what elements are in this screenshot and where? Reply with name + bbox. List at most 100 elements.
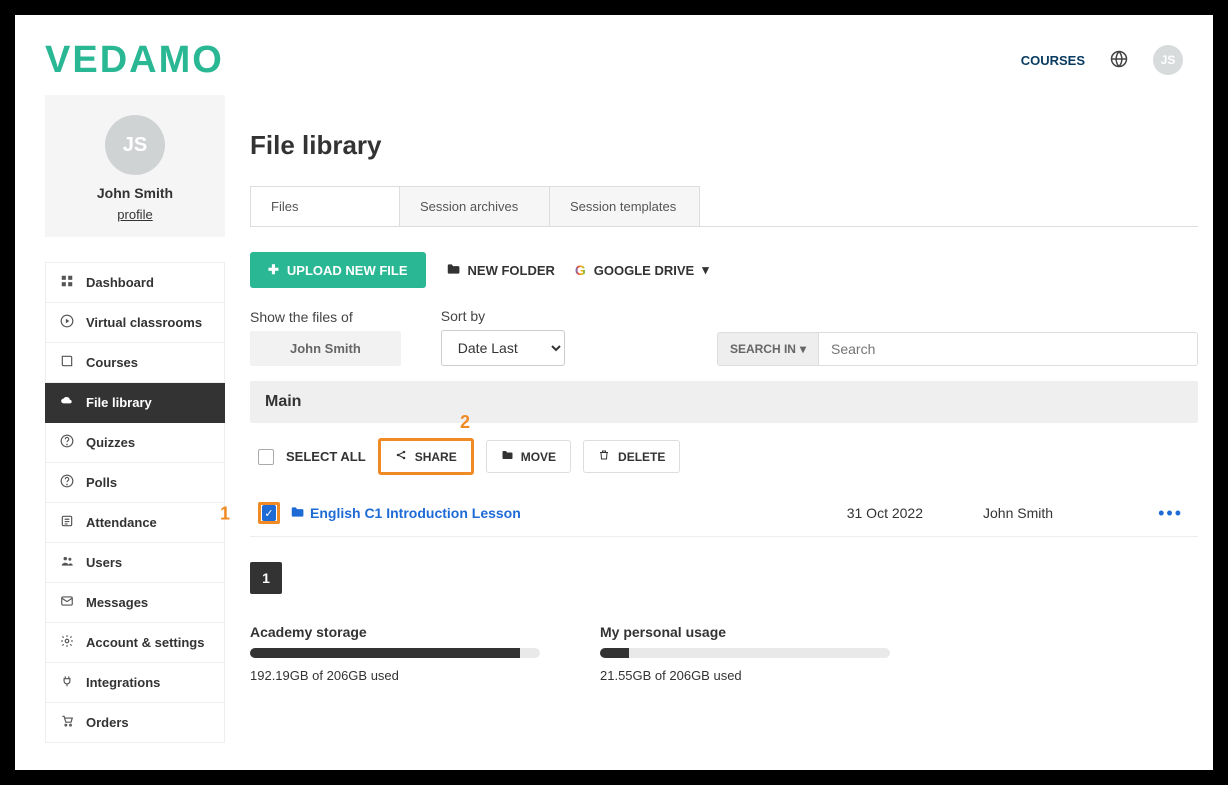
google-drive-button[interactable]: G GOOGLE DRIVE ▾	[575, 262, 709, 278]
academy-storage-text: 192.19GB of 206GB used	[250, 668, 540, 683]
sidebar-item-courses[interactable]: Courses	[45, 343, 225, 383]
move-button[interactable]: MOVE	[486, 440, 571, 473]
sidebar-item-messages[interactable]: Messages	[45, 583, 225, 623]
search-wrap: SEARCH IN ▾	[717, 332, 1198, 366]
question-icon	[60, 434, 74, 451]
sidebar-item-dashboard[interactable]: Dashboard	[45, 262, 225, 303]
sidebar-item-label: Attendance	[86, 515, 157, 530]
file-row: ✓ English C1 Introduction Lesson 31 Oct …	[250, 490, 1198, 537]
search-input[interactable]	[818, 332, 1198, 366]
cloud-icon	[60, 394, 74, 411]
cart-icon	[60, 714, 74, 731]
sidebar-item-label: Integrations	[86, 675, 160, 690]
file-checkbox-highlight: ✓	[258, 502, 280, 524]
profile-link[interactable]: profile	[117, 207, 152, 222]
mail-icon	[60, 594, 74, 611]
vedamo-logo: VEDAMO	[45, 39, 224, 82]
tab-session-archives[interactable]: Session archives	[400, 186, 550, 226]
share-button[interactable]: SHARE	[378, 438, 474, 475]
folder-icon	[501, 449, 513, 464]
sidebar-item-label: Courses	[86, 355, 138, 370]
sidebar-item-label: Quizzes	[86, 435, 135, 450]
page-title: File library	[250, 130, 1198, 161]
button-label: UPLOAD NEW FILE	[287, 263, 408, 278]
show-files-filter: Show the files of John Smith	[250, 309, 401, 366]
sort-by-label: Sort by	[441, 308, 565, 324]
search-in-label: SEARCH IN	[730, 342, 796, 356]
file-date: 31 Oct 2022	[847, 505, 923, 521]
sidebar-item-integrations[interactable]: Integrations	[45, 663, 225, 703]
share-icon	[395, 449, 407, 464]
filter-row: Show the files of John Smith Sort by Dat…	[250, 308, 1198, 366]
grid-icon	[60, 274, 74, 291]
sidebar-item-account-settings[interactable]: Account & settings	[45, 623, 225, 663]
academy-storage: Academy storage 192.19GB of 206GB used	[250, 624, 540, 683]
profile-avatar: JS	[105, 115, 165, 175]
file-checkbox[interactable]: ✓	[262, 505, 276, 521]
sidebar-nav: Dashboard Virtual classrooms Courses Fil…	[45, 262, 225, 743]
sidebar-item-orders[interactable]: Orders	[45, 703, 225, 743]
file-owner: John Smith	[923, 505, 1123, 521]
header-avatar[interactable]: JS	[1153, 45, 1183, 75]
profile-name: John Smith	[55, 185, 215, 201]
app-frame: VEDAMO COURSES JS JS John Smith profile …	[15, 15, 1213, 770]
personal-progress	[600, 648, 890, 658]
upload-new-file-button[interactable]: ✚ UPLOAD NEW FILE	[250, 252, 426, 288]
button-label: GOOGLE DRIVE	[594, 263, 694, 278]
question-icon	[60, 474, 74, 491]
sidebar-item-label: Messages	[86, 595, 148, 610]
pagination: 1	[250, 562, 1198, 594]
sidebar-item-label: Virtual classrooms	[86, 315, 202, 330]
button-label: DELETE	[618, 450, 665, 464]
sidebar-item-attendance[interactable]: Attendance	[45, 503, 225, 543]
show-files-label: Show the files of	[250, 309, 401, 325]
select-all-button[interactable]: SELECT ALL	[286, 449, 366, 464]
show-files-value[interactable]: John Smith	[250, 331, 401, 366]
sidebar-item-label: Users	[86, 555, 122, 570]
new-folder-button[interactable]: NEW FOLDER	[446, 262, 555, 279]
google-icon: G	[575, 262, 586, 278]
sidebar-item-label: Polls	[86, 475, 117, 490]
page-one-button[interactable]: 1	[250, 562, 282, 594]
sidebar-item-users[interactable]: Users	[45, 543, 225, 583]
button-label: NEW FOLDER	[468, 263, 555, 278]
sidebar: JS John Smith profile Dashboard Virtual …	[45, 95, 225, 743]
button-label: SHARE	[415, 450, 457, 464]
delete-button[interactable]: DELETE	[583, 440, 680, 473]
tab-files[interactable]: Files	[250, 186, 400, 226]
sidebar-item-file-library[interactable]: File library	[45, 383, 225, 423]
callout-two: 2	[460, 412, 470, 433]
file-name-link[interactable]: English C1 Introduction Lesson	[290, 505, 521, 522]
tab-session-templates[interactable]: Session templates	[550, 186, 700, 226]
button-label: MOVE	[521, 450, 556, 464]
sidebar-item-virtual-classrooms[interactable]: Virtual classrooms	[45, 303, 225, 343]
profile-card: JS John Smith profile	[45, 95, 225, 237]
folder-header: Main	[250, 381, 1198, 423]
search-in-dropdown[interactable]: SEARCH IN ▾	[717, 332, 818, 366]
folder-icon	[446, 262, 460, 279]
sort-by-select[interactable]: Date Last	[441, 330, 565, 366]
list-icon	[60, 514, 74, 531]
play-circle-icon	[60, 314, 74, 331]
sidebar-item-polls[interactable]: Polls	[45, 463, 225, 503]
academy-progress-fill	[250, 648, 520, 658]
top-header: VEDAMO COURSES JS	[15, 15, 1213, 95]
sidebar-item-label: Orders	[86, 715, 129, 730]
file-actions-menu[interactable]: •••	[1123, 503, 1183, 524]
courses-link[interactable]: COURSES	[1021, 53, 1085, 68]
personal-storage: My personal usage 21.55GB of 206GB used	[600, 624, 890, 683]
toolbar: ✚ UPLOAD NEW FILE NEW FOLDER G GOOGLE DR…	[250, 252, 1198, 288]
gear-icon	[60, 634, 74, 651]
personal-storage-label: My personal usage	[600, 624, 890, 640]
select-all-checkbox[interactable]	[258, 449, 274, 465]
sidebar-item-quizzes[interactable]: Quizzes	[45, 423, 225, 463]
globe-icon[interactable]	[1110, 50, 1128, 71]
chevron-down-icon: ▾	[702, 262, 709, 278]
tabs: Files Session archives Session templates	[250, 186, 1198, 227]
trash-icon	[598, 449, 610, 464]
academy-storage-label: Academy storage	[250, 624, 540, 640]
personal-progress-fill	[600, 648, 629, 658]
action-row: 2 SELECT ALL SHARE MOVE DELETE	[258, 438, 1198, 475]
chevron-down-icon: ▾	[800, 342, 806, 356]
personal-storage-text: 21.55GB of 206GB used	[600, 668, 890, 683]
